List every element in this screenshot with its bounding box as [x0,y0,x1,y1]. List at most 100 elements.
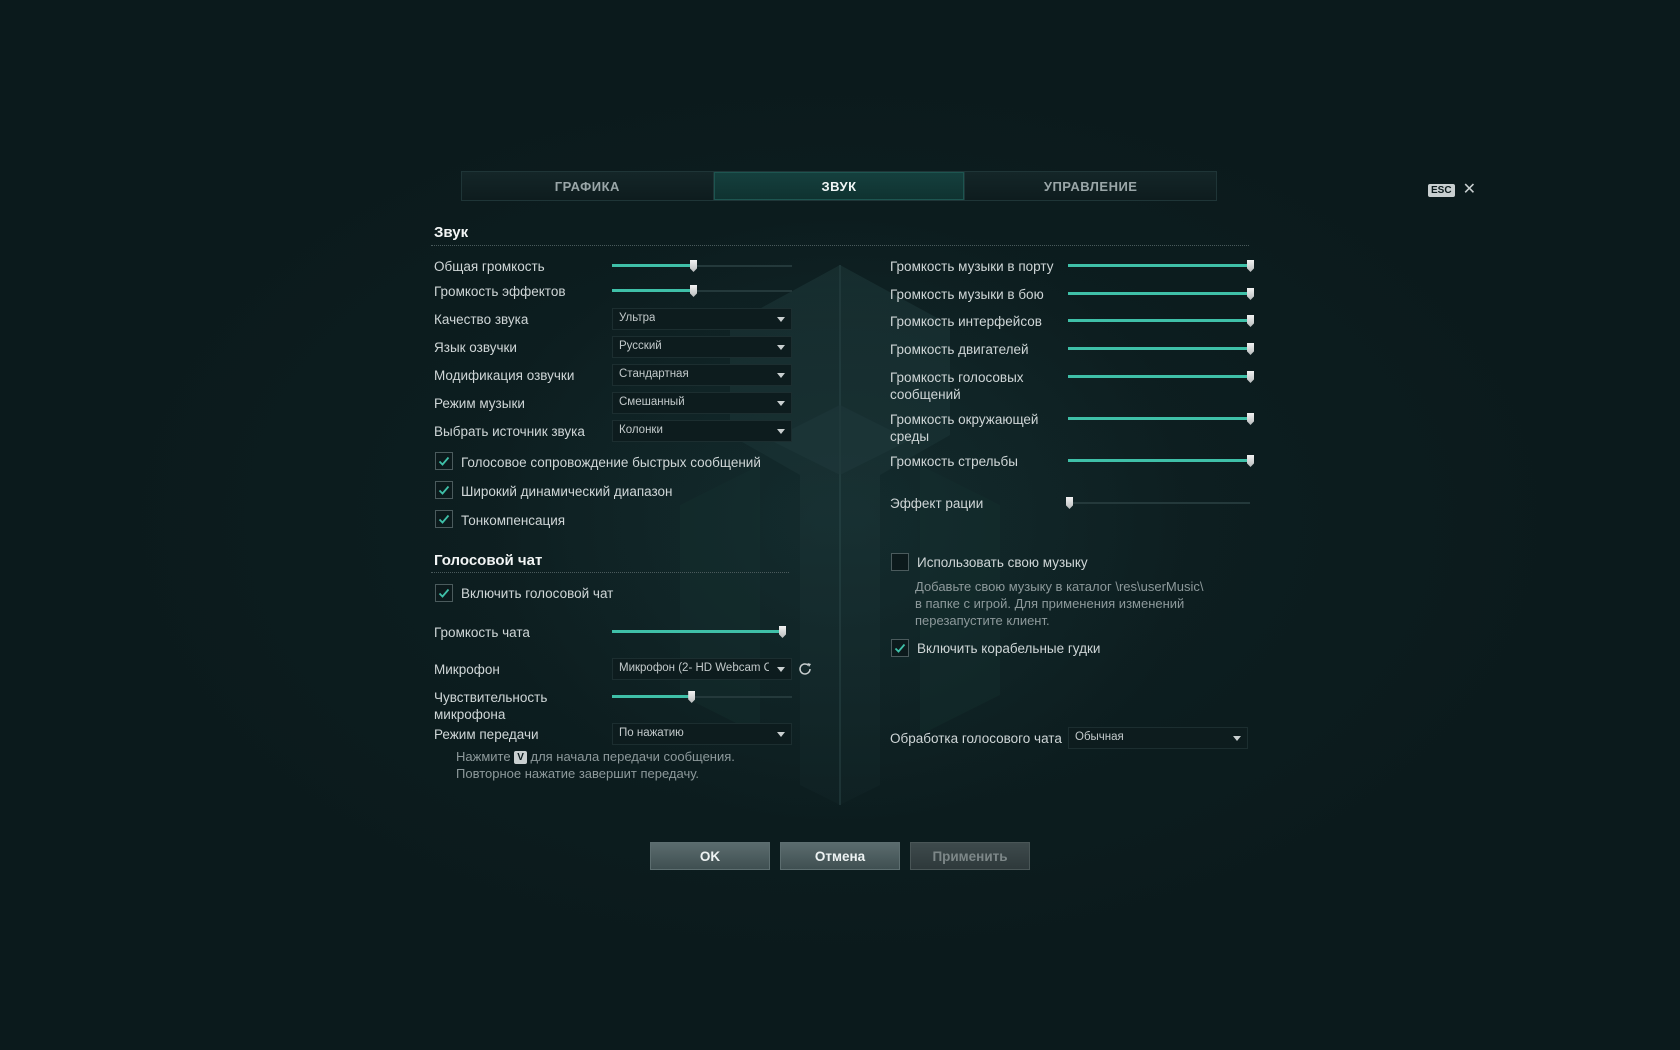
push-to-talk-key: V [514,751,527,764]
ship-horns-checkbox[interactable] [891,639,909,657]
chevron-down-icon [777,373,785,378]
settings-tabs: ГРАФИКА ЗВУК УПРАВЛЕНИЕ [461,171,1217,201]
select-value: Русский [619,340,662,352]
interface-volume-label: Громкость интерфейсов [890,314,1042,329]
sound-section-title: Звук [434,224,469,241]
wide-dynamic-range-checkbox[interactable] [435,481,453,499]
effects-volume-label: Громкость эффектов [434,284,566,299]
transmit-hint-line1: Нажмите V для начала передачи сообщения. [456,748,735,765]
transmit-hint-line2: Повторное нажатие завершит передачу. [456,766,700,781]
user-music-label: Использовать свою музыку [917,555,1088,570]
voice-processing-select[interactable]: Обычная [1068,727,1248,749]
chat-volume-slider[interactable] [612,626,786,638]
sound-source-label: Выбрать источник звука [434,424,585,439]
chevron-down-icon [777,667,785,672]
mic-sensitivity-label: Чувствительность микрофона [434,690,548,722]
check-icon [438,485,450,495]
port-music-volume-label: Громкость музыки в порту [890,259,1054,274]
slider-fill [612,695,692,698]
microphone-select[interactable]: Микрофон (2- HD Webcam C [612,658,792,680]
slider-thumb[interactable] [690,285,697,297]
battle-music-volume-slider[interactable] [1068,288,1254,300]
sound-quality-select[interactable]: Ультра [612,308,792,330]
master-volume-label: Общая громкость [434,259,545,274]
slider-fill [1068,459,1250,462]
transmit-mode-select[interactable]: По нажатию [612,723,792,745]
tab-sound[interactable]: ЗВУК [713,172,966,200]
slider-thumb[interactable] [688,691,696,703]
esc-key-hint: ESC [1428,183,1455,197]
apply-button[interactable]: Применить [910,842,1030,870]
ambient-volume-slider[interactable] [1068,413,1254,425]
user-music-hint-3: перезапустите клиент. [915,613,1050,628]
cancel-button[interactable]: Отмена [780,842,900,870]
loudness-comp-label: Тонкомпенсация [461,513,566,528]
select-value: Микрофон (2- HD Webcam C [619,662,769,674]
slider-fill [1068,375,1250,378]
quick-messages-voice-checkbox[interactable] [435,452,453,470]
radio-effect-slider[interactable] [1066,497,1250,509]
slider-fill [1068,347,1250,350]
effects-volume-slider[interactable] [612,285,792,297]
enable-voice-chat-checkbox[interactable] [435,584,453,602]
tab-graphics[interactable]: ГРАФИКА [462,172,714,200]
tab-controls[interactable]: УПРАВЛЕНИЕ [965,172,1217,200]
refresh-icon[interactable] [797,661,813,677]
chevron-down-icon [777,345,785,350]
ok-button[interactable]: OK [650,842,770,870]
interface-volume-slider[interactable] [1068,315,1254,327]
voice-processing-label: Обработка голосового чата [890,731,1062,746]
voice-language-select[interactable]: Русский [612,336,792,358]
wide-dynamic-range-label: Широкий динамический диапазон [461,484,673,499]
chat-volume-label: Громкость чата [434,625,530,640]
voice-messages-volume-label: Громкость голосовых сообщений [890,370,1024,402]
battle-music-volume-label: Громкость музыки в бою [890,287,1044,302]
sound-quality-label: Качество звука [434,312,529,327]
check-icon [438,514,450,524]
music-mode-label: Режим музыки [434,396,525,411]
voice-messages-volume-slider[interactable] [1068,371,1254,383]
engine-volume-slider[interactable] [1068,343,1254,355]
ship-horns-label: Включить корабельные гудки [917,641,1101,656]
slider-fill [612,289,693,292]
slider-fill [612,264,693,267]
music-mode-select[interactable]: Смешанный [612,392,792,414]
engine-volume-label: Громкость двигателей [890,342,1029,357]
voice-chat-divider [431,572,789,573]
close-icon[interactable]: ✕ [1463,182,1476,198]
chevron-down-icon [777,732,785,737]
master-volume-slider[interactable] [612,260,792,272]
chevron-down-icon [777,317,785,322]
transmit-mode-label: Режим передачи [434,727,539,742]
slider-fill [1068,292,1250,295]
chevron-down-icon [777,401,785,406]
sound-source-select[interactable]: Колонки [612,420,792,442]
select-value: По нажатию [619,727,684,739]
chevron-down-icon [777,429,785,434]
select-value: Обычная [1075,731,1124,743]
radio-effect-label: Эффект рации [890,496,984,511]
ambient-volume-label: Громкость окружающей среды [890,412,1039,444]
transmit-hint-suffix: для начала передачи сообщения. [530,749,735,764]
gunfire-volume-label: Громкость стрельбы [890,454,1018,469]
select-value: Ультра [619,312,656,324]
user-music-checkbox[interactable] [891,553,909,571]
loudness-comp-checkbox[interactable] [435,510,453,528]
port-music-volume-slider[interactable] [1068,260,1254,272]
voice-mod-select[interactable]: Стандартная [612,364,792,386]
slider-fill [1068,319,1250,322]
gunfire-volume-slider[interactable] [1068,455,1254,467]
voice-chat-section-title: Голосовой чат [434,552,543,569]
user-music-hint-2: в папке с игрой. Для применения изменени… [915,596,1185,611]
slider-thumb[interactable] [690,260,697,272]
close-control[interactable]: ESC ✕ [1428,182,1476,198]
check-icon [438,588,450,598]
slider-fill [1068,264,1250,267]
transmit-hint-prefix: Нажмите [456,749,511,764]
chevron-down-icon [1233,736,1241,741]
sound-divider [431,245,1249,246]
user-music-hint-1: Добавьте свою музыку в каталог \res\user… [915,579,1204,594]
quick-messages-voice-label: Голосовое сопровождение быстрых сообщени… [461,455,761,470]
mic-sensitivity-slider[interactable] [612,691,792,703]
select-value: Колонки [619,424,663,436]
